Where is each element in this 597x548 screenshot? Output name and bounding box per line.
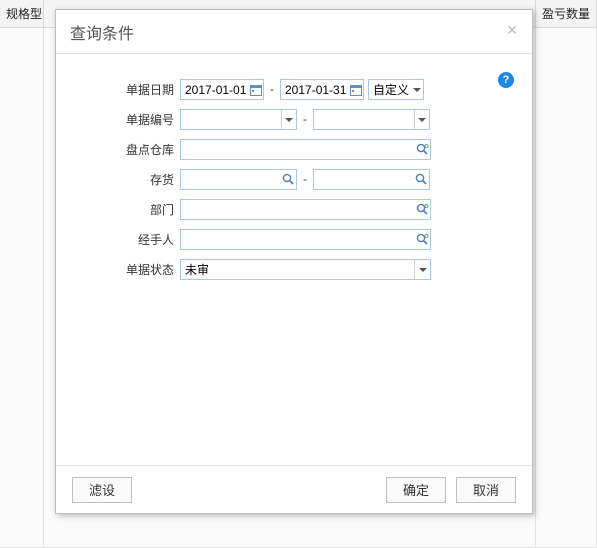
label-inventory: 存货: [72, 171, 180, 188]
filter-button[interactable]: 滤设: [72, 477, 132, 503]
grid-header-spec[interactable]: 规格型号: [0, 0, 44, 27]
chevron-down-icon[interactable]: [414, 260, 430, 279]
page: 规格型号 盈亏数量 查询条件 × ? 单据日期: [0, 0, 597, 548]
department-input[interactable]: [180, 199, 431, 220]
chevron-down-icon[interactable]: [281, 110, 296, 129]
close-button[interactable]: ×: [502, 20, 522, 40]
search-icon[interactable]: [415, 170, 429, 189]
label-date: 单据日期: [72, 81, 180, 98]
date-to-input[interactable]: [280, 79, 364, 100]
ok-button[interactable]: 确定: [386, 477, 446, 503]
calendar-icon[interactable]: [249, 80, 263, 99]
calendar-icon[interactable]: [349, 80, 363, 99]
inventory-from-input[interactable]: [180, 169, 297, 190]
docno-to-select[interactable]: [313, 109, 430, 130]
help-icon: ?: [503, 74, 510, 86]
status-select[interactable]: [180, 259, 431, 280]
dialog-footer: 滤设 确定 取消: [56, 465, 532, 513]
search-plus-icon[interactable]: [414, 230, 430, 249]
label-handler: 经手人: [72, 231, 180, 248]
inventory-to-input[interactable]: [313, 169, 430, 190]
docno-from-select[interactable]: [180, 109, 297, 130]
search-icon[interactable]: [282, 170, 296, 189]
docno-sep: -: [301, 112, 309, 126]
date-from-input[interactable]: [180, 79, 264, 100]
cancel-button[interactable]: 取消: [456, 477, 516, 503]
search-plus-icon[interactable]: [414, 200, 430, 219]
label-docno: 单据编号: [72, 111, 180, 128]
chevron-down-icon[interactable]: [414, 110, 429, 129]
grid-header-qty[interactable]: 盈亏数量: [535, 0, 597, 27]
label-warehouse: 盘点仓库: [72, 141, 180, 158]
search-plus-icon[interactable]: [414, 140, 430, 159]
dialog-title: 查询条件: [56, 10, 532, 54]
warehouse-input[interactable]: [180, 139, 431, 160]
chevron-down-icon[interactable]: [411, 80, 423, 99]
help-button[interactable]: ?: [498, 72, 514, 88]
label-status: 单据状态: [72, 261, 180, 278]
label-department: 部门: [72, 201, 180, 218]
dialog-body: ? 单据日期 -: [56, 54, 532, 465]
date-mode-select[interactable]: [368, 79, 424, 100]
date-sep: -: [268, 82, 276, 96]
query-dialog: 查询条件 × ? 单据日期 -: [55, 9, 533, 514]
handler-input[interactable]: [180, 229, 431, 250]
inv-sep: -: [301, 172, 309, 186]
close-icon: ×: [507, 20, 518, 41]
